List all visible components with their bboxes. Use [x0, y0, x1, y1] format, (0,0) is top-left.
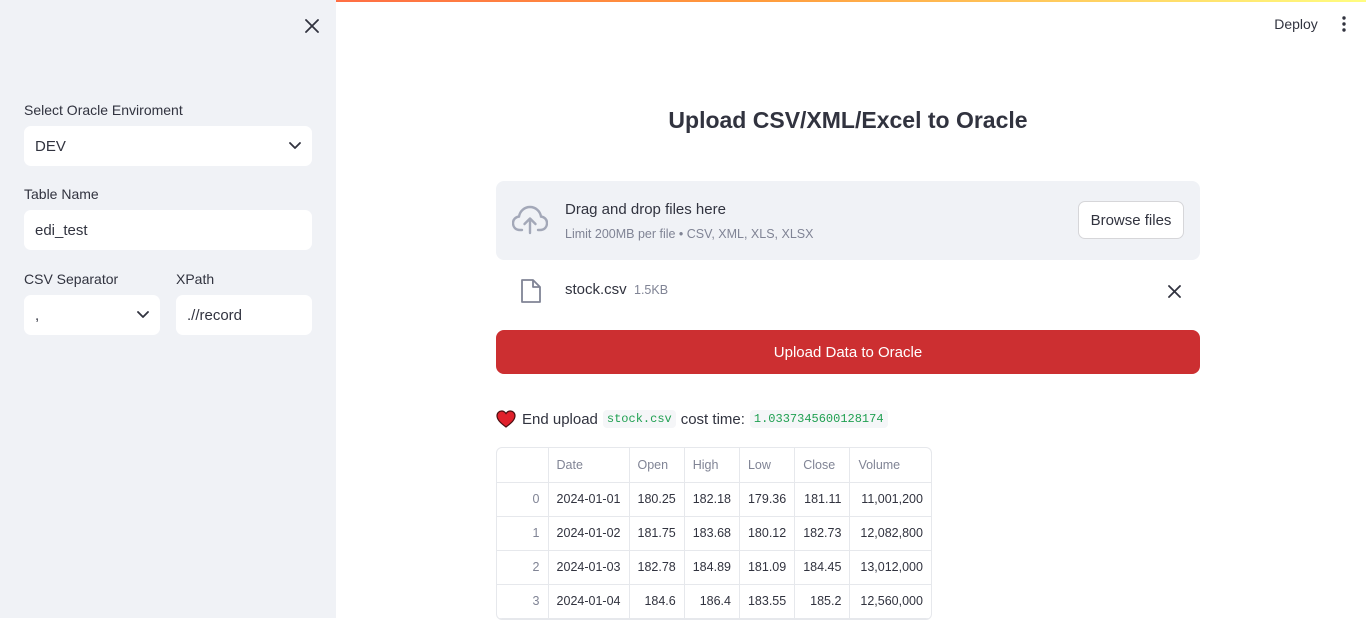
- table-cell[interactable]: 2024-01-02: [547, 515, 630, 551]
- env-select[interactable]: DEV: [24, 126, 312, 166]
- dropzone-limit-text: Limit 200MB per file • CSV, XML, XLS, XL…: [565, 227, 814, 241]
- upload-status-message: End upload stock.csv cost time: 1.033734…: [496, 407, 893, 431]
- table-cell[interactable]: 11,001,200: [849, 481, 931, 517]
- file-dropzone[interactable]: Drag and drop files here Limit 200MB per…: [496, 181, 1200, 260]
- table-row: 1 2024-01-02 181.75 183.68 180.12 182.73…: [497, 515, 931, 551]
- table-cell[interactable]: 182.73: [794, 515, 851, 551]
- column-header-low[interactable]: Low: [738, 448, 796, 483]
- data-table[interactable]: Date Open High Low Close Volume 0 2024-0…: [496, 447, 932, 620]
- table-cell[interactable]: 184.45: [794, 549, 851, 585]
- csv-separator-label: CSV Separator: [24, 271, 119, 287]
- table-name-input[interactable]: edi_test: [24, 210, 312, 250]
- table-name-label: Table Name: [24, 186, 99, 202]
- env-select-value: DEV: [35, 137, 66, 155]
- table-cell[interactable]: 184.6: [628, 583, 685, 619]
- table-header-row: Date Open High Low Close Volume: [497, 448, 931, 483]
- table-cell[interactable]: 183.68: [683, 515, 740, 551]
- browse-files-button[interactable]: Browse files: [1078, 201, 1184, 239]
- column-header-date[interactable]: Date: [547, 448, 630, 483]
- xpath-input[interactable]: .//record: [176, 295, 312, 335]
- status-cost-value: 1.0337345600128174: [749, 410, 888, 428]
- table-cell[interactable]: 182.18: [683, 481, 740, 517]
- close-icon: [305, 19, 319, 33]
- uploaded-file-size: 1.5KB: [634, 283, 669, 297]
- uploaded-file-name: stock.csv: [565, 281, 627, 298]
- table-cell[interactable]: 2024-01-03: [547, 549, 630, 585]
- main-menu-button[interactable]: [1334, 12, 1354, 36]
- kebab-menu-icon: [1342, 16, 1346, 32]
- close-icon: [1167, 284, 1181, 298]
- deploy-button[interactable]: Deploy: [1262, 12, 1330, 36]
- csv-separator-select[interactable]: ,: [24, 295, 160, 335]
- table-row: 2 2024-01-03 182.78 184.89 181.09 184.45…: [497, 549, 931, 585]
- status-cost-label: cost time:: [680, 410, 745, 428]
- status-prefix: End upload: [522, 410, 598, 428]
- column-header-open[interactable]: Open: [628, 448, 685, 483]
- column-header-close[interactable]: Close: [794, 448, 851, 483]
- table-name-value: edi_test: [35, 221, 88, 239]
- table-cell[interactable]: 3: [497, 583, 549, 619]
- table-cell[interactable]: 185.2: [794, 583, 851, 619]
- column-header-volume[interactable]: Volume: [849, 448, 931, 483]
- status-file-code: stock.csv: [602, 410, 676, 428]
- column-header-high[interactable]: High: [683, 448, 740, 483]
- xpath-value: .//record: [187, 306, 243, 324]
- table-cell[interactable]: 183.55: [738, 583, 796, 619]
- uploaded-file-item: stock.csv 1.5KB: [496, 270, 1200, 312]
- table-cell[interactable]: 2: [497, 549, 549, 585]
- dropzone-instruction: Drag and drop files here: [565, 201, 726, 218]
- csv-separator-value: ,: [35, 306, 40, 324]
- table-cell[interactable]: 181.75: [628, 515, 685, 551]
- close-sidebar-button[interactable]: [302, 16, 322, 36]
- page-title: Upload CSV/XML/Excel to Oracle: [668, 107, 1028, 133]
- table-cell[interactable]: 0: [497, 481, 549, 517]
- table-cell[interactable]: 180.12: [738, 515, 796, 551]
- sidebar: Select Oracle Enviroment DEV Table Name …: [0, 0, 336, 618]
- table-row: 3 2024-01-04 184.6 186.4 183.55 185.2 12…: [497, 583, 931, 619]
- chevron-down-icon: [137, 311, 149, 318]
- table-row: 0 2024-01-01 180.25 182.18 179.36 181.11…: [497, 481, 931, 517]
- table-cell[interactable]: 180.25: [628, 481, 685, 517]
- xpath-label: XPath: [176, 271, 215, 287]
- table-cell[interactable]: 181.09: [738, 549, 796, 585]
- heart-icon: [496, 410, 516, 428]
- table-cell[interactable]: 186.4: [683, 583, 740, 619]
- table-cell[interactable]: 1: [497, 515, 549, 551]
- remove-file-button[interactable]: [1164, 281, 1184, 301]
- table-cell[interactable]: 2024-01-04: [547, 583, 630, 619]
- table-cell[interactable]: 13,012,000: [849, 549, 931, 585]
- env-label: Select Oracle Enviroment: [24, 102, 183, 118]
- column-header-index[interactable]: [497, 448, 549, 483]
- table-cell[interactable]: 182.78: [628, 549, 685, 585]
- table-cell[interactable]: 184.89: [683, 549, 740, 585]
- file-icon: [521, 279, 541, 303]
- table-cell[interactable]: 2024-01-01: [547, 481, 630, 517]
- table-cell[interactable]: 179.36: [738, 481, 796, 517]
- cloud-upload-icon: [512, 205, 548, 235]
- table-cell[interactable]: 12,560,000: [849, 583, 931, 619]
- chevron-down-icon: [289, 142, 301, 149]
- table-cell[interactable]: 181.11: [794, 481, 851, 517]
- table-cell[interactable]: 12,082,800: [849, 515, 931, 551]
- upload-to-oracle-button[interactable]: Upload Data to Oracle: [496, 330, 1200, 374]
